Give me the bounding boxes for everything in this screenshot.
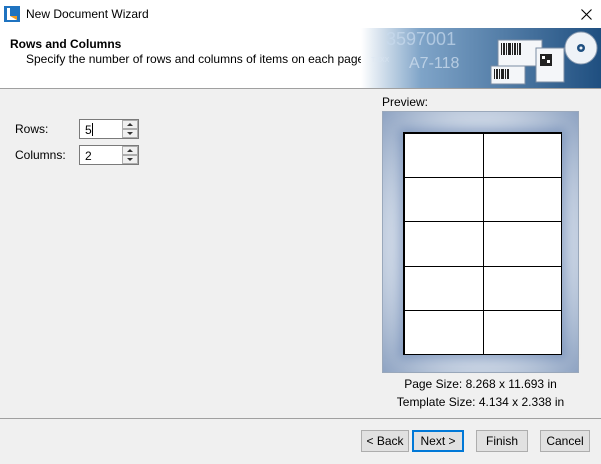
columns-label: Columns: bbox=[15, 148, 66, 162]
rows-value[interactable]: 5 bbox=[85, 123, 92, 137]
preview-label: Preview: bbox=[382, 95, 429, 109]
arrow-up-icon bbox=[127, 149, 133, 152]
columns-stepper[interactable]: 2 bbox=[79, 145, 139, 165]
footer-divider bbox=[0, 418, 601, 419]
template-size-value: 4.134 x 2.338 in bbox=[478, 395, 565, 409]
page-size-info: Page Size: 8.268 x 11.693 in bbox=[382, 377, 579, 391]
header-banner-image: 3597001 A7-118 TXXX bbox=[361, 28, 601, 88]
page-size-value: 8.268 x 11.693 in bbox=[465, 377, 557, 391]
preview-label-cell bbox=[482, 309, 562, 355]
arrow-down-icon bbox=[127, 158, 133, 161]
close-button[interactable] bbox=[571, 0, 601, 28]
preview-label-cell bbox=[404, 265, 484, 311]
page-subtitle: Specify the number of rows and columns o… bbox=[26, 52, 413, 66]
wizard-header: Rows and Columns Specify the number of r… bbox=[0, 28, 601, 88]
preview-page bbox=[403, 132, 562, 355]
rows-increment-button[interactable] bbox=[122, 120, 138, 129]
rows-label: Rows: bbox=[15, 122, 49, 136]
svg-text:A7-118: A7-118 bbox=[409, 55, 460, 72]
columns-decrement-button[interactable] bbox=[122, 155, 138, 164]
preview-label-cell bbox=[482, 177, 562, 223]
columns-spin-buttons bbox=[122, 146, 138, 164]
template-size-info: Template Size: 4.134 x 2.338 in bbox=[382, 395, 579, 409]
preview-label-cell bbox=[404, 177, 484, 223]
preview-label-cell bbox=[482, 221, 562, 267]
preview-label-cell bbox=[404, 309, 484, 355]
rows-spin-buttons bbox=[122, 120, 138, 138]
template-size-label: Template Size: bbox=[396, 395, 476, 409]
next-button[interactable]: Next > bbox=[412, 430, 464, 452]
page-size-label: Page Size: bbox=[404, 377, 463, 391]
back-button[interactable]: < Back bbox=[361, 430, 409, 452]
page-title: Rows and Columns bbox=[10, 37, 122, 51]
window-title: New Document Wizard bbox=[26, 7, 149, 21]
preview-label-cell bbox=[482, 265, 562, 311]
title-bar: New Document Wizard bbox=[0, 0, 601, 28]
columns-value[interactable]: 2 bbox=[85, 149, 92, 163]
wizard-window: New Document Wizard Rows and Columns Spe… bbox=[0, 0, 601, 464]
columns-increment-button[interactable] bbox=[122, 146, 138, 155]
text-caret bbox=[92, 123, 93, 136]
finish-button[interactable]: Finish bbox=[476, 430, 528, 452]
svg-text:TXXX: TXXX bbox=[371, 57, 390, 64]
preview-label-cell bbox=[404, 221, 484, 267]
svg-text:3597001: 3597001 bbox=[386, 29, 456, 49]
preview-panel bbox=[382, 111, 579, 373]
header-divider bbox=[0, 88, 601, 89]
close-icon bbox=[580, 8, 592, 20]
app-logo-icon bbox=[4, 6, 20, 22]
rows-stepper[interactable]: 5 bbox=[79, 119, 139, 139]
preview-label-cell bbox=[482, 133, 562, 179]
arrow-down-icon bbox=[127, 132, 133, 135]
cancel-button[interactable]: Cancel bbox=[540, 430, 590, 452]
arrow-up-icon bbox=[127, 123, 133, 126]
preview-label-cell bbox=[404, 133, 484, 179]
rows-decrement-button[interactable] bbox=[122, 129, 138, 138]
